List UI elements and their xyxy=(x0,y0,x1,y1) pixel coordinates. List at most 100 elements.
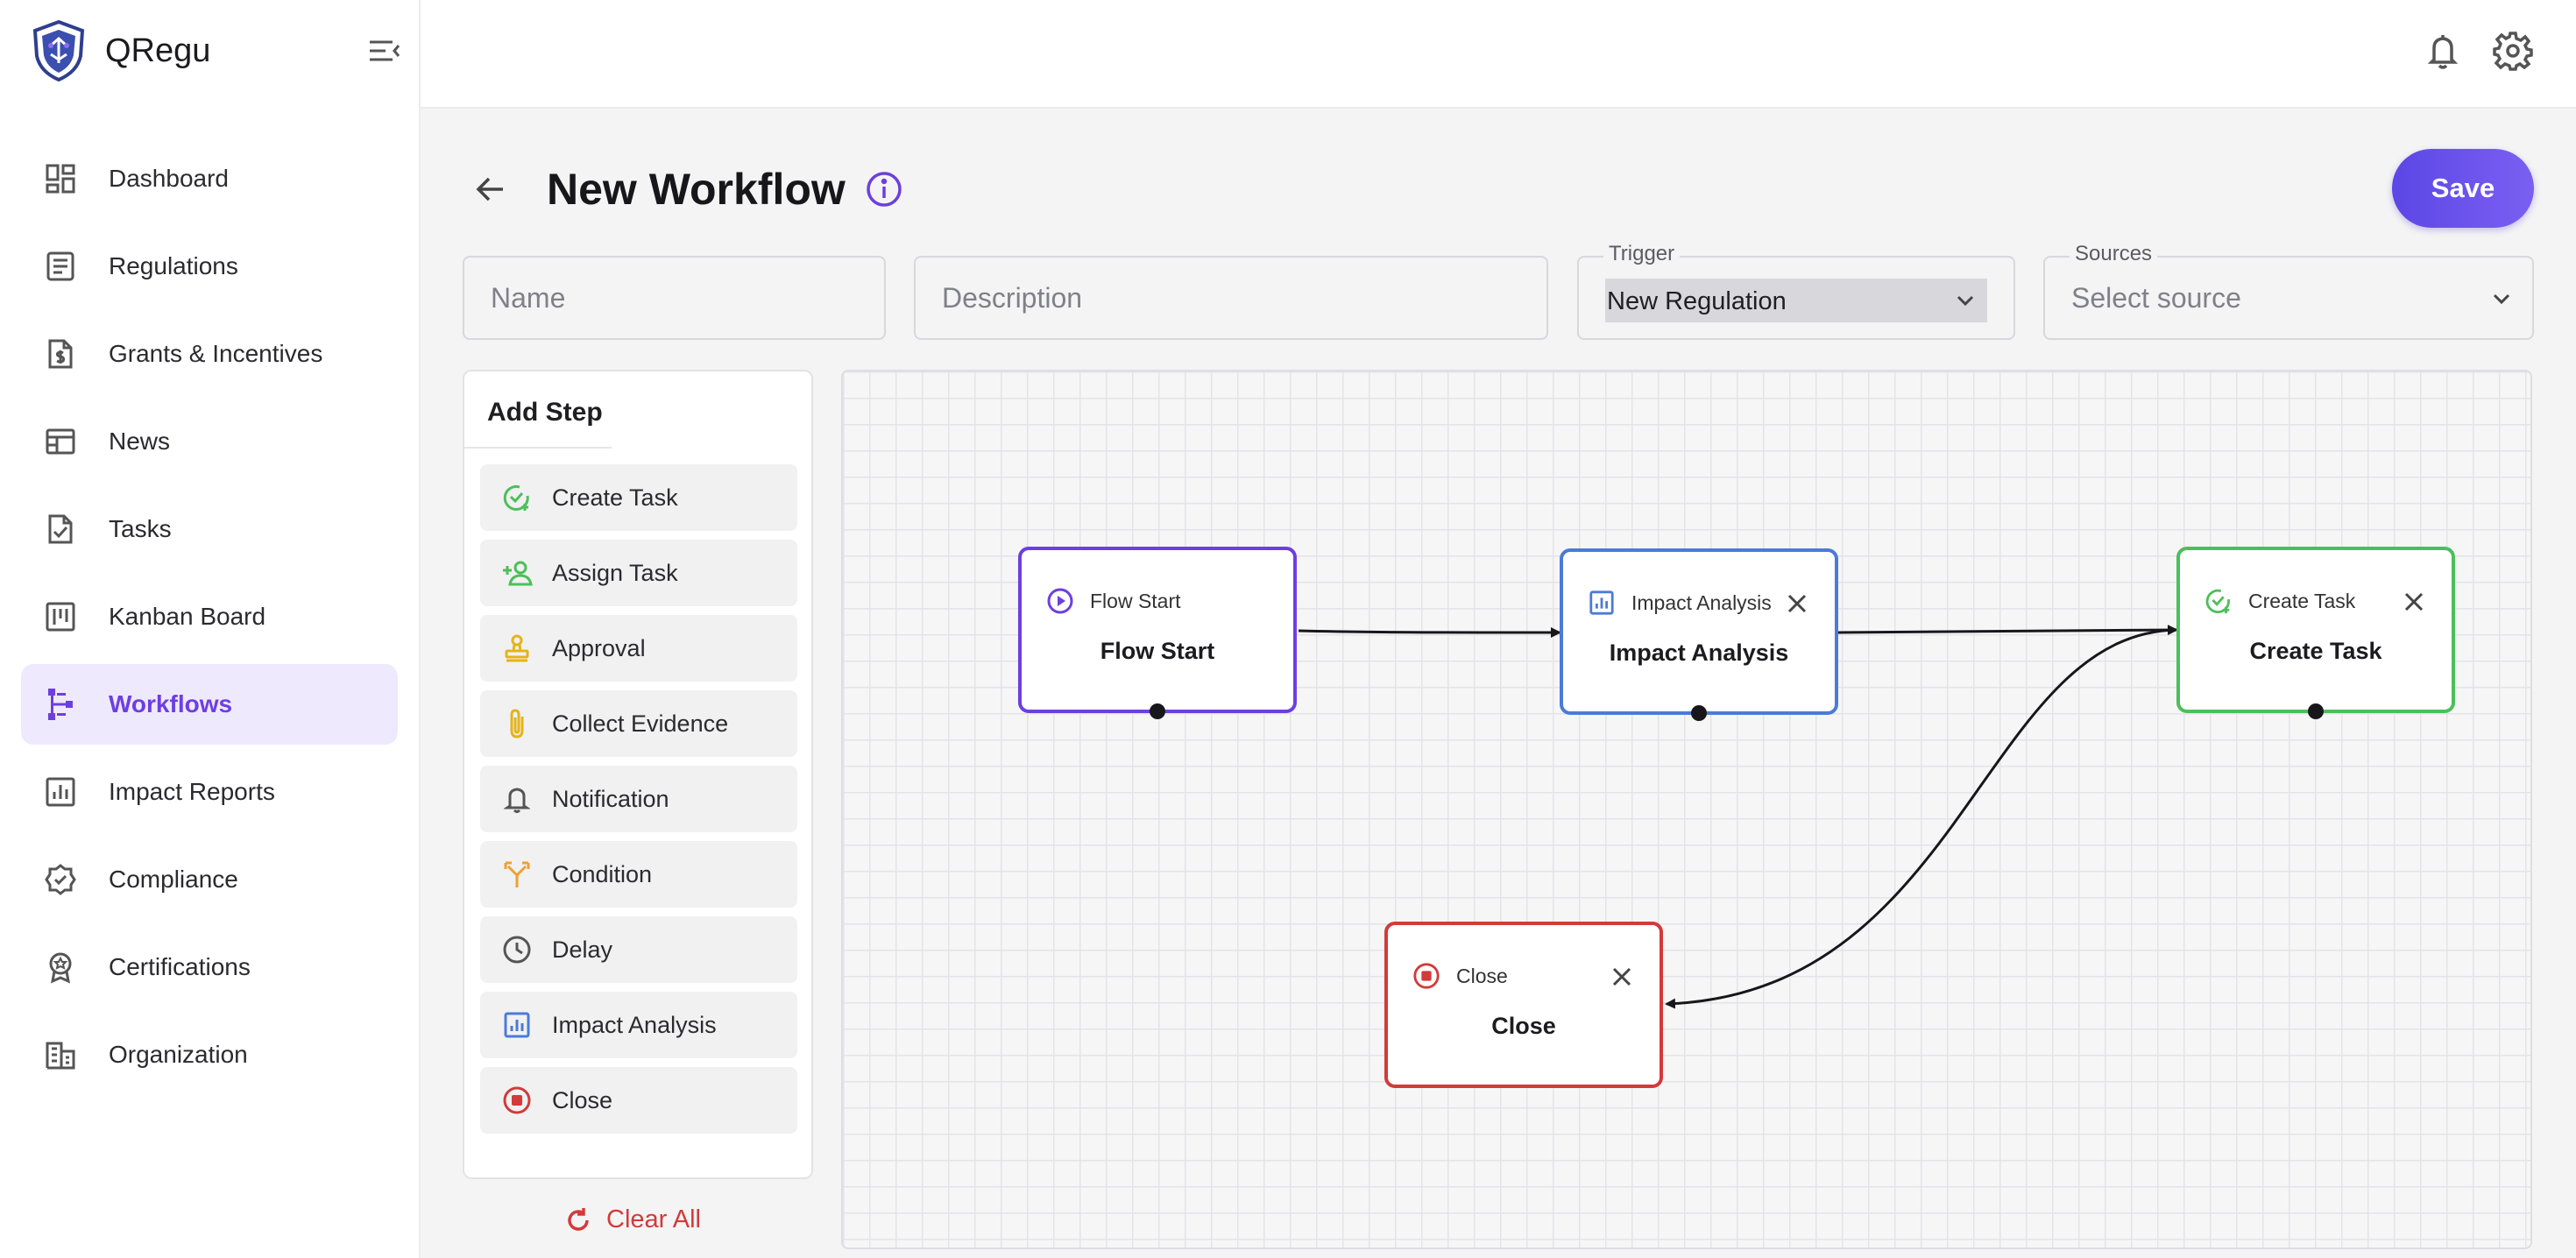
step-close[interactable]: Close xyxy=(480,1067,797,1134)
dashboard-icon xyxy=(42,160,79,197)
edges-layer xyxy=(1298,625,2178,1009)
node-type: Impact Analysis xyxy=(1631,590,1772,614)
verified-badge-icon xyxy=(42,861,79,898)
brand[interactable]: QRegu xyxy=(30,18,210,84)
clock-icon xyxy=(501,934,533,965)
step-label: Assign Task xyxy=(552,559,678,586)
node-type: Flow Start xyxy=(1090,589,1181,612)
node-type: Create Task xyxy=(2248,589,2356,612)
node-label: Close xyxy=(1491,1013,1556,1039)
sidebar-item-label: News xyxy=(109,428,171,455)
clear-all-label: Clear All xyxy=(606,1205,701,1233)
sidebar-item-kanban[interactable]: Kanban Board xyxy=(21,576,398,657)
sidebar-item-compliance[interactable]: Compliance xyxy=(21,839,398,920)
info-icon[interactable] xyxy=(865,170,903,208)
dollar-document-icon xyxy=(42,336,79,372)
chart-icon xyxy=(501,1009,533,1041)
step-label: Collect Evidence xyxy=(552,710,729,737)
close-icon[interactable] xyxy=(1786,592,1808,615)
description-field[interactable]: Description xyxy=(914,256,1548,340)
chevron-down-icon xyxy=(2493,293,2510,305)
sidebar-item-label: Impact Reports xyxy=(109,778,275,805)
sources-label: Sources xyxy=(2070,242,2158,266)
sidebar-item-organization[interactable]: Organization xyxy=(21,1014,398,1095)
page-header: New Workflow xyxy=(463,147,903,231)
bar-chart-icon xyxy=(42,774,79,810)
sidebar-item-news[interactable]: News xyxy=(21,401,398,482)
node-label: Impact Analysis xyxy=(1609,640,1789,666)
sidebar-item-regulations[interactable]: Regulations xyxy=(21,226,398,307)
name-field[interactable]: Name xyxy=(463,256,886,340)
sources-placeholder: Select source xyxy=(2071,282,2241,314)
add-step-panel: Add Step Create Task Assign Task Approva… xyxy=(463,370,813,1179)
sidebar-item-label: Compliance xyxy=(109,866,238,893)
step-delay[interactable]: Delay xyxy=(480,916,797,983)
output-handle[interactable] xyxy=(1150,703,1165,719)
node-header: Create Task xyxy=(2204,587,2355,615)
sidebar-item-workflows[interactable]: Workflows xyxy=(21,664,398,745)
task-check-icon xyxy=(501,482,533,513)
gear-icon[interactable] xyxy=(2492,30,2534,72)
play-circle-icon xyxy=(1046,587,1074,615)
step-label: Delay xyxy=(552,936,613,963)
sidebar-nav: Dashboard Regulations Grants & Incentive… xyxy=(21,138,398,1102)
node-header: Close xyxy=(1412,962,1508,990)
step-condition[interactable]: Condition xyxy=(480,841,797,908)
sidebar-item-impact-reports[interactable]: Impact Reports xyxy=(21,752,398,832)
bell-icon xyxy=(501,783,533,815)
name-placeholder: Name xyxy=(491,282,566,314)
arrow-left-icon xyxy=(476,177,503,201)
bell-icon[interactable] xyxy=(2422,30,2464,72)
edge-flowstart-impact[interactable] xyxy=(1298,626,1561,638)
close-icon[interactable] xyxy=(1610,965,1633,988)
node-label: Create Task xyxy=(2249,638,2382,664)
node-impact-analysis[interactable]: Impact Analysis Impact Analysis xyxy=(1560,548,1838,721)
workflow-canvas[interactable]: Flow Start Flow Start Impact Analysis Im… xyxy=(841,370,2532,1249)
sidebar-item-label: Kanban Board xyxy=(109,603,266,630)
step-label: Close xyxy=(552,1086,613,1113)
node-flow-start[interactable]: Flow Start Flow Start xyxy=(1018,547,1297,719)
collapse-sidebar-icon[interactable] xyxy=(366,35,401,67)
clear-all-button[interactable]: Clear All xyxy=(564,1205,701,1234)
trigger-value: New Regulation xyxy=(1605,279,1987,322)
step-collect-evidence[interactable]: Collect Evidence xyxy=(480,690,797,757)
node-type: Close xyxy=(1456,964,1508,987)
fork-icon xyxy=(501,859,533,890)
paperclip-icon xyxy=(501,708,533,739)
stop-icon xyxy=(1412,962,1440,990)
trigger-label: Trigger xyxy=(1603,242,1681,266)
back-button[interactable] xyxy=(463,161,519,217)
app-name: QRegu xyxy=(105,32,211,69)
logo-icon xyxy=(32,19,85,82)
edge-impact-createtask[interactable] xyxy=(1837,625,2178,636)
node-close[interactable]: Close Close xyxy=(1384,922,1663,1088)
sidebar-item-grants[interactable]: Grants & Incentives xyxy=(21,314,398,394)
close-icon[interactable] xyxy=(2403,590,2425,613)
node-create-task[interactable]: Create Task Create Task xyxy=(2176,547,2455,719)
output-handle[interactable] xyxy=(2308,703,2324,719)
step-assign-task[interactable]: Assign Task xyxy=(480,540,797,606)
document-list-icon xyxy=(42,248,79,285)
save-button[interactable]: Save xyxy=(2392,149,2534,228)
step-label: Approval xyxy=(552,634,646,661)
refresh-icon xyxy=(568,1207,589,1231)
sidebar-item-tasks[interactable]: Tasks xyxy=(21,489,398,569)
sidebar-item-label: Workflows xyxy=(109,690,233,717)
sidebar-item-label: Certifications xyxy=(109,953,251,980)
step-impact-analysis[interactable]: Impact Analysis xyxy=(480,992,797,1058)
trigger-select[interactable]: Trigger New Regulation xyxy=(1577,242,2015,340)
sidebar-item-certifications[interactable]: Certifications xyxy=(21,927,398,1007)
sidebar-item-dashboard[interactable]: Dashboard xyxy=(21,138,398,219)
stop-icon xyxy=(501,1085,533,1116)
step-notification[interactable]: Notification xyxy=(480,766,797,832)
step-create-task[interactable]: Create Task xyxy=(480,464,797,531)
sources-select[interactable]: Sources Select source xyxy=(2043,242,2534,340)
output-handle[interactable] xyxy=(1691,705,1707,721)
sidebar-item-label: Regulations xyxy=(109,252,238,279)
node-label: Flow Start xyxy=(1100,638,1215,664)
award-icon xyxy=(42,949,79,986)
sidebar-item-label: Tasks xyxy=(109,515,172,542)
description-placeholder: Description xyxy=(942,282,1083,314)
workflow-icon xyxy=(42,686,79,723)
step-approval[interactable]: Approval xyxy=(480,615,797,682)
